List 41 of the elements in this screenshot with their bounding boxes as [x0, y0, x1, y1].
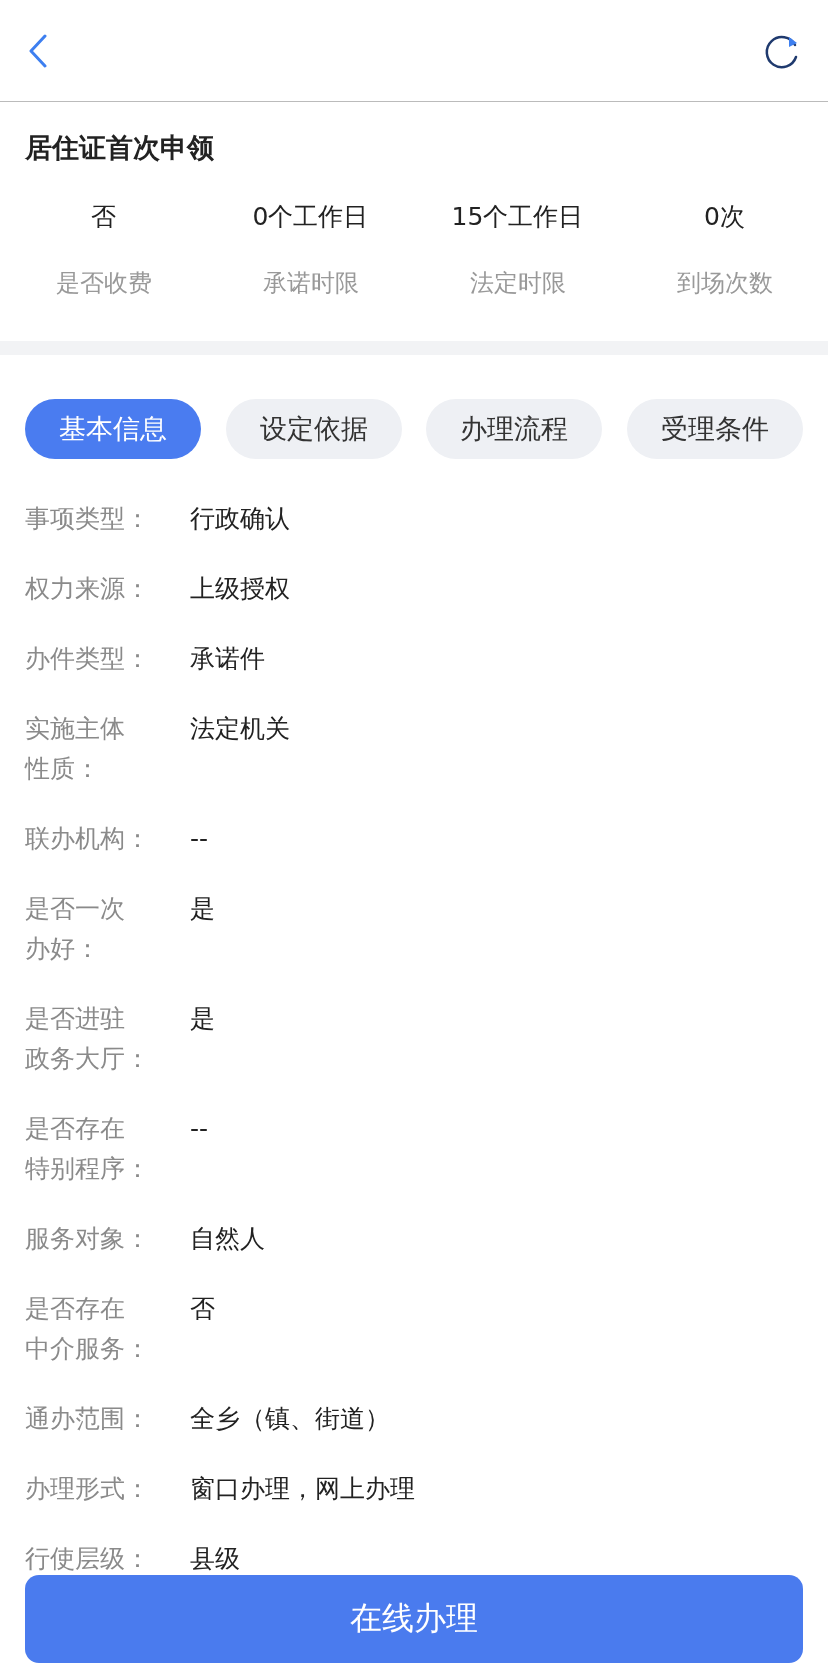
tab[interactable]: 办理流程 — [426, 399, 603, 459]
back-icon[interactable] — [28, 33, 48, 68]
field-label: 是否存在 特别程序： — [25, 1113, 151, 1185]
field-label: 是否一次 办好： — [25, 893, 126, 965]
field-label: 是否进驻 政务大厅： — [25, 1003, 151, 1075]
field-value: 上级授权 — [190, 573, 290, 605]
field-value: 否 — [190, 1293, 215, 1325]
stat-value: 0次 — [704, 201, 745, 233]
stat-label: 法定时限 — [469, 268, 566, 299]
field-label: 服务对象： — [25, 1223, 151, 1255]
service-title: 居住证首次申领 — [24, 131, 215, 165]
field-value: 行政确认 — [190, 503, 290, 535]
field-value: 承诺件 — [190, 643, 265, 675]
field-label: 权力来源： — [25, 573, 151, 605]
field-label: 实施主体 性质： — [25, 713, 126, 785]
field-label: 事项类型： — [25, 503, 151, 535]
stat-value: 0个工作日 — [252, 201, 369, 233]
field-value: 县级 — [190, 1543, 240, 1575]
field-value: 全乡（镇、街道） — [190, 1403, 390, 1435]
field-value: 自然人 — [190, 1223, 265, 1255]
field-value: -- — [190, 1113, 209, 1145]
stat-value: 15个工作日 — [451, 201, 584, 233]
stat-label: 到场次数 — [676, 268, 773, 299]
stat-label: 是否收费 — [55, 268, 152, 299]
field-label: 行使层级： — [25, 1543, 151, 1575]
field-label: 是否存在 中介服务： — [25, 1293, 151, 1365]
field-value: 是 — [190, 893, 215, 925]
field-value: 是 — [190, 1003, 215, 1035]
tab[interactable]: 受理条件 — [626, 399, 803, 459]
field-label: 通办范围： — [25, 1403, 151, 1435]
tab[interactable]: 基本信息 — [25, 399, 201, 459]
field-value: 窗口办理，网上办理 — [190, 1473, 415, 1505]
stat-label: 承诺时限 — [262, 268, 359, 299]
field-value: 法定机关 — [190, 713, 290, 745]
field-label: 办理形式： — [25, 1473, 151, 1505]
stat-value: 否 — [91, 201, 116, 233]
online-apply-button[interactable]: 在线办理 — [25, 1575, 803, 1663]
tab[interactable]: 设定依据 — [225, 399, 402, 459]
field-label: 联办机构： — [25, 823, 151, 855]
field-label: 办件类型： — [25, 643, 151, 675]
field-value: -- — [190, 823, 209, 855]
